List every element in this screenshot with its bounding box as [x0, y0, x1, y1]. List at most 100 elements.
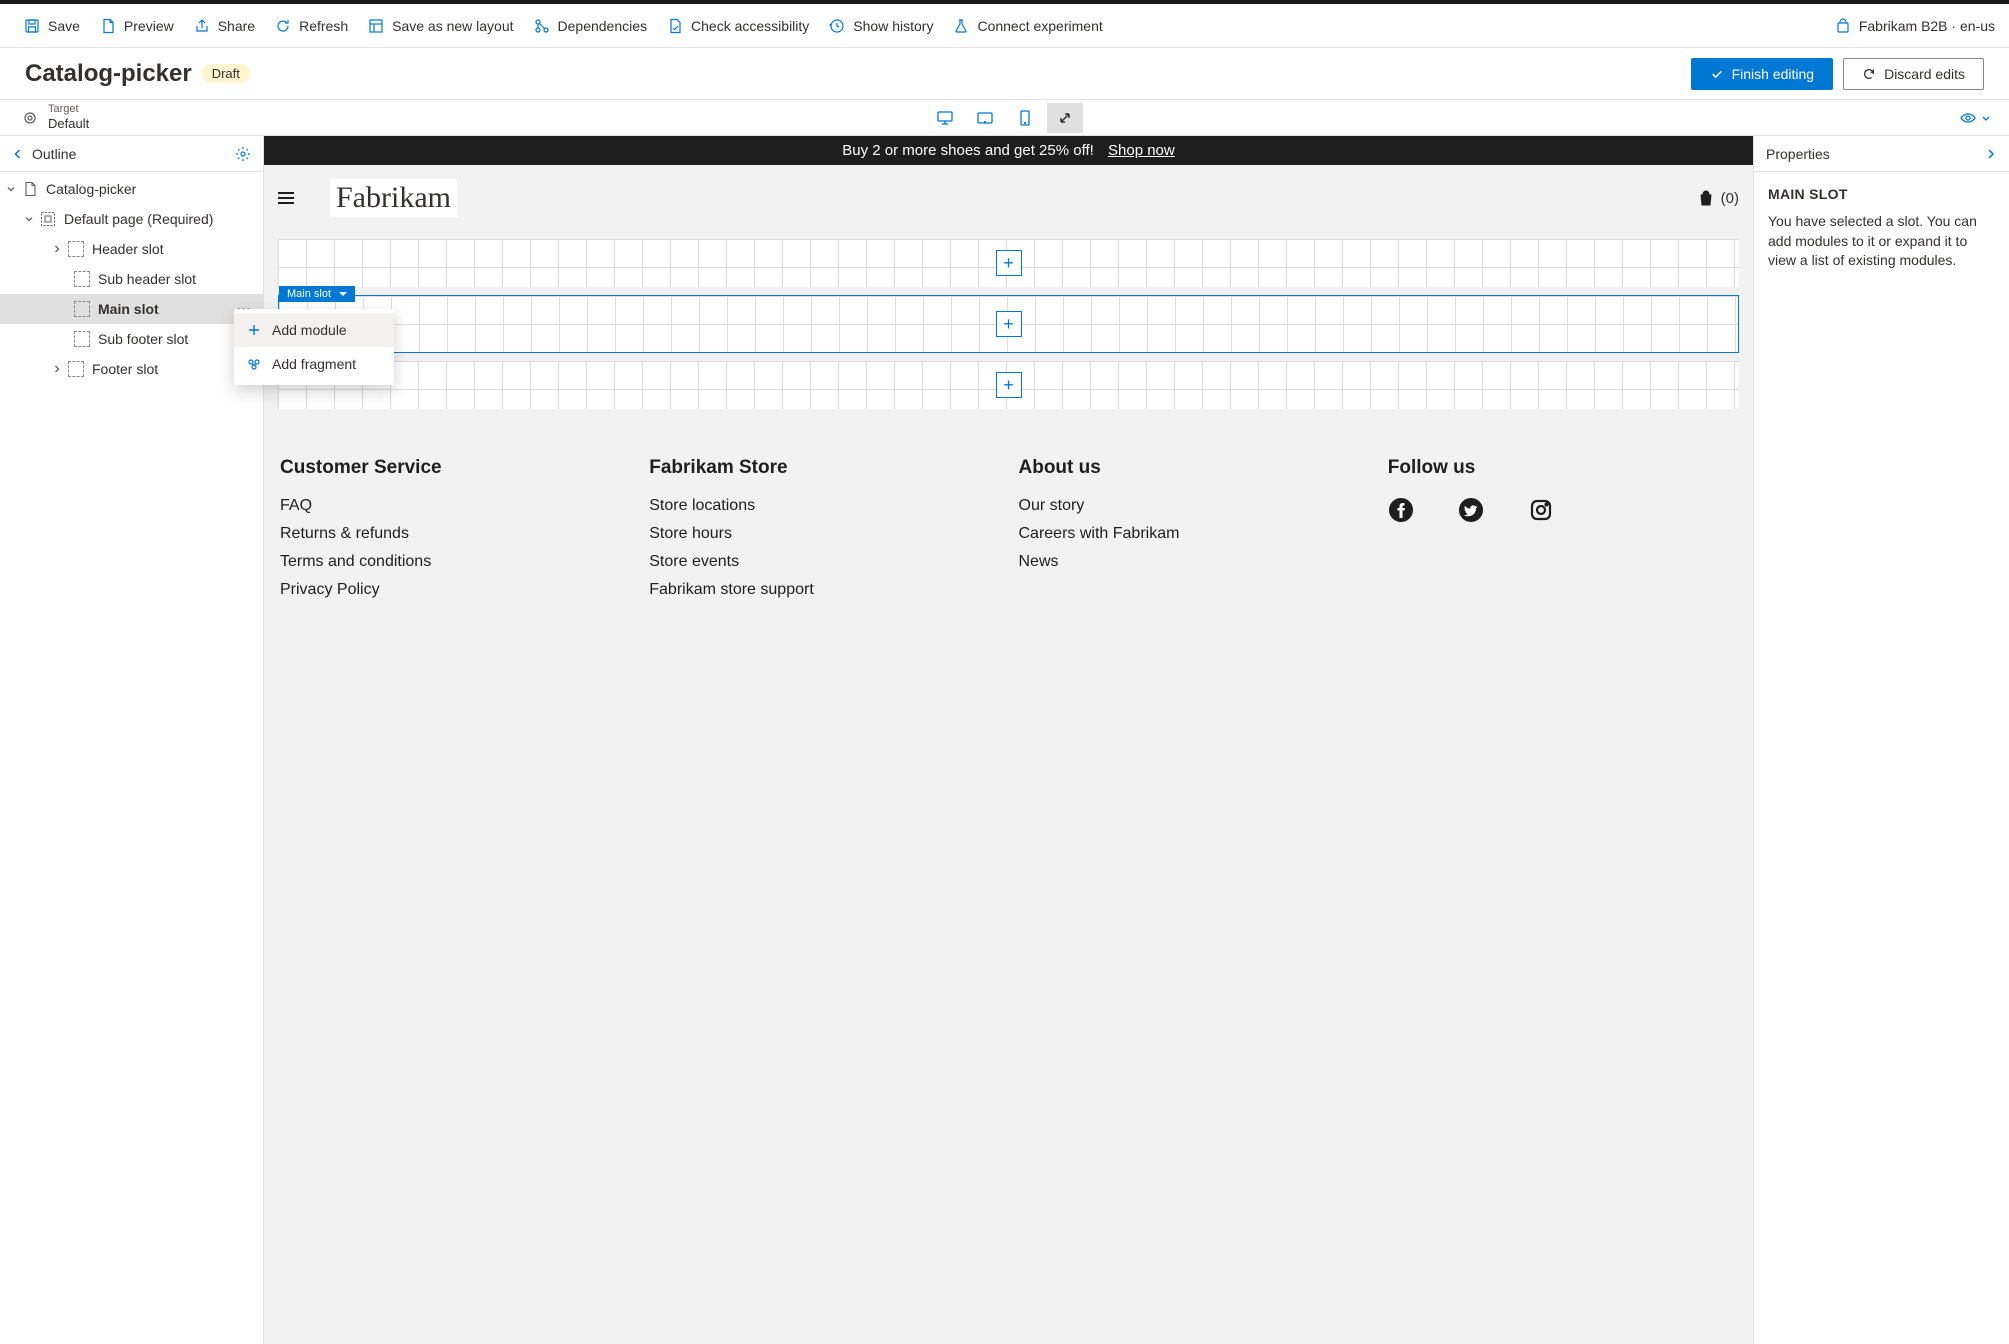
tree-slot-label: Header slot	[92, 241, 164, 257]
target-row: Target Default	[0, 100, 2009, 136]
page-icon	[22, 181, 38, 197]
footer-link[interactable]: Fabrikam store support	[649, 581, 998, 599]
accessibility-icon	[667, 18, 683, 34]
slot-icon	[74, 271, 90, 287]
dependencies-button[interactable]: Dependencies	[524, 4, 658, 47]
footer-link[interactable]: News	[1019, 553, 1368, 571]
chevron-right-icon[interactable]	[1985, 148, 1997, 160]
promo-link[interactable]: Shop now	[1108, 142, 1175, 159]
eye-icon	[1959, 109, 1977, 127]
slot-icon	[68, 241, 84, 257]
footer-link[interactable]: Our story	[1019, 497, 1368, 515]
outline-tree: Catalog-picker Default page (Required) H…	[0, 172, 263, 384]
tree-slot-footer[interactable]: Footer slot	[0, 354, 263, 384]
tree-slot-label: Footer slot	[92, 361, 158, 377]
mobile-icon	[1018, 109, 1032, 127]
footer-col-store: Fabrikam Store Store locations Store hou…	[649, 457, 998, 609]
dropzone-subheader[interactable]: +	[278, 239, 1739, 287]
facebook-icon[interactable]	[1388, 497, 1414, 523]
cart-button[interactable]: (0)	[1697, 189, 1739, 207]
dropzone-subfooter[interactable]: +	[278, 361, 1739, 409]
preview-button[interactable]: Preview	[90, 4, 184, 47]
context-add-module[interactable]: Add module	[234, 313, 394, 347]
tree-slot-subfooter[interactable]: Sub footer slot	[0, 324, 263, 354]
check-icon	[1710, 67, 1724, 81]
save-button[interactable]: Save	[14, 4, 90, 47]
slot-icon	[74, 301, 90, 317]
device-tablet-button[interactable]	[967, 103, 1003, 133]
add-plus-icon[interactable]: +	[996, 311, 1022, 337]
save-icon	[24, 18, 40, 34]
hamburger-icon[interactable]	[278, 187, 300, 209]
dropzone-main[interactable]: Main slot +	[278, 295, 1739, 353]
instagram-icon[interactable]	[1528, 497, 1554, 523]
save-layout-button[interactable]: Save as new layout	[358, 4, 523, 47]
finish-editing-button[interactable]: Finish editing	[1691, 58, 1834, 90]
experiment-button[interactable]: Connect experiment	[943, 4, 1112, 47]
context-add-fragment-label: Add fragment	[272, 356, 356, 372]
zone-label[interactable]: Main slot	[279, 286, 355, 302]
target-selector[interactable]: Target Default	[22, 103, 89, 132]
accessibility-button[interactable]: Check accessibility	[657, 4, 819, 47]
footer-link[interactable]: Store hours	[649, 525, 998, 543]
footer-link[interactable]: Store events	[649, 553, 998, 571]
tree-slot-label: Sub header slot	[98, 271, 196, 287]
dependencies-icon	[534, 18, 550, 34]
device-desktop-button[interactable]	[927, 103, 963, 133]
refresh-button[interactable]: Refresh	[265, 4, 358, 47]
footer-col-service: Customer Service FAQ Returns & refunds T…	[280, 457, 629, 609]
finish-label: Finish editing	[1732, 66, 1815, 82]
preview-dropdown[interactable]	[1959, 109, 1991, 127]
tree-page-label: Default page (Required)	[64, 211, 213, 227]
undo-icon	[1862, 67, 1876, 81]
footer-link[interactable]: Careers with Fabrikam	[1019, 525, 1368, 543]
share-icon	[194, 18, 210, 34]
add-plus-icon[interactable]: +	[996, 250, 1022, 276]
properties-title: Properties	[1766, 146, 1830, 162]
history-button[interactable]: Show history	[819, 4, 943, 47]
context-add-module-label: Add module	[272, 322, 347, 338]
store-selector[interactable]: Fabrikam B2B · en-us	[1835, 18, 1995, 34]
footer-link[interactable]: Privacy Policy	[280, 581, 629, 599]
footer-col-about: About us Our story Careers with Fabrikam…	[1019, 457, 1368, 609]
tree-slot-label: Sub footer slot	[98, 331, 188, 347]
save-label: Save	[48, 18, 80, 34]
expand-icon	[1057, 110, 1073, 126]
device-expand-button[interactable]	[1047, 103, 1083, 133]
properties-header: Properties	[1754, 136, 2009, 172]
site-footer: Customer Service FAQ Returns & refunds T…	[264, 417, 1753, 629]
tree-slot-subheader[interactable]: Sub header slot	[0, 264, 263, 294]
refresh-icon	[275, 18, 291, 34]
outline-panel: Outline Catalog-picker Default page (Req…	[0, 136, 264, 1344]
share-button[interactable]: Share	[184, 4, 265, 47]
context-add-fragment[interactable]: Add fragment	[234, 347, 394, 381]
footer-link[interactable]: Terms and conditions	[280, 553, 629, 571]
tree-root[interactable]: Catalog-picker	[0, 174, 263, 204]
add-plus-icon[interactable]: +	[996, 372, 1022, 398]
footer-link[interactable]: Returns & refunds	[280, 525, 629, 543]
footer-heading: Follow us	[1388, 457, 1737, 479]
footer-link[interactable]: Store locations	[649, 497, 998, 515]
tree-page[interactable]: Default page (Required)	[0, 204, 263, 234]
chevron-down-icon	[6, 184, 16, 194]
store-name: Fabrikam B2B · en-us	[1859, 18, 1995, 34]
tree-slot-main[interactable]: Main slot ···	[0, 294, 263, 324]
footer-heading: Fabrikam Store	[649, 457, 998, 479]
layout-icon	[368, 18, 384, 34]
device-mobile-button[interactable]	[1007, 103, 1043, 133]
footer-link[interactable]: FAQ	[280, 497, 629, 515]
discard-edits-button[interactable]: Discard edits	[1843, 58, 1984, 90]
promo-text: Buy 2 or more shoes and get 25% off!	[842, 142, 1094, 159]
discard-label: Discard edits	[1884, 66, 1965, 82]
site-header: Fabrikam (0)	[264, 165, 1753, 231]
tree-slot-header[interactable]: Header slot	[0, 234, 263, 264]
page-icon	[100, 18, 116, 34]
promo-banner: Buy 2 or more shoes and get 25% off! Sho…	[264, 136, 1753, 165]
canvas: Buy 2 or more shoes and get 25% off! Sho…	[264, 136, 1753, 1344]
gear-icon[interactable]	[235, 146, 251, 162]
chevron-left-icon[interactable]	[12, 148, 24, 160]
brand-logo[interactable]: Fabrikam	[330, 179, 457, 217]
layout-slot-icon	[40, 211, 56, 227]
footer-heading: Customer Service	[280, 457, 629, 479]
twitter-icon[interactable]	[1458, 497, 1484, 523]
